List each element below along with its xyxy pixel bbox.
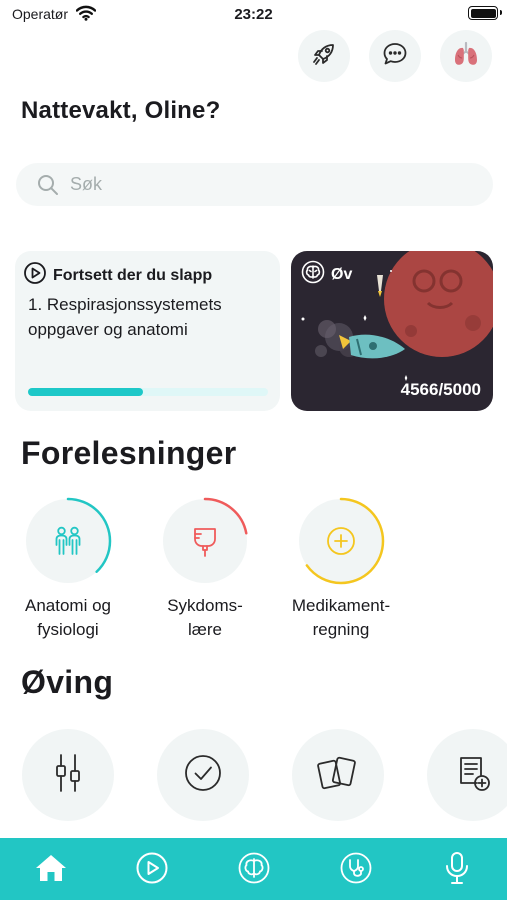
lectures-heading: Forelesninger — [21, 435, 237, 471]
practice-quiz-button[interactable] — [157, 729, 249, 821]
lesson-progress-fill — [28, 388, 144, 396]
status-time: 23:22 — [234, 6, 273, 23]
chat-button[interactable] — [369, 30, 421, 82]
chat-bubble-icon — [381, 40, 409, 73]
continue-card[interactable]: Fortsett der du slapp 1. Respirasjonssys… — [15, 251, 280, 411]
lecture-label: Medikament- regning — [291, 596, 391, 639]
lecture-anatomy[interactable]: Anatomi og fysiologi — [8, 496, 128, 642]
lungs-button[interactable] — [440, 30, 492, 82]
search-input[interactable] — [70, 163, 470, 206]
sliders-icon — [51, 752, 85, 799]
rocket-button[interactable] — [298, 30, 350, 82]
microphone-icon — [442, 851, 472, 890]
play-circle-icon — [23, 261, 47, 290]
continue-lesson-title: 1. Respirasjonssystemets oppgaver og ana… — [28, 295, 222, 339]
lesson-progress-bar — [28, 388, 268, 396]
tab-clinic[interactable] — [338, 852, 374, 888]
lungs-icon — [451, 39, 481, 74]
home-icon — [34, 853, 68, 888]
practice-new-test-button[interactable] — [427, 729, 507, 821]
rocket-icon — [310, 40, 338, 73]
check-circle-icon — [183, 753, 223, 798]
lecture-label: Anatomi og fysiologi — [25, 596, 111, 639]
practice-settings-button[interactable] — [22, 729, 114, 821]
lecture-dosage-calc[interactable]: Medikament- regning — [281, 496, 401, 642]
bottom-tab-bar — [0, 838, 507, 900]
lecture-label: Sykdoms- lære — [167, 596, 243, 639]
search-icon — [36, 173, 60, 202]
game-score: 4566/5000 — [400, 380, 481, 399]
practice-heading: Øving — [21, 664, 114, 700]
play-icon — [135, 851, 169, 890]
tab-home[interactable] — [33, 852, 69, 888]
status-bar: Operatør 23:22 — [0, 0, 507, 28]
continue-title: Fortsett der du slapp — [53, 266, 213, 284]
practice-game-card[interactable]: Øv 4566/5000 — [291, 251, 493, 411]
add-document-icon — [453, 753, 493, 798]
practice-flashcards-button[interactable] — [292, 729, 384, 821]
battery-icon — [468, 6, 502, 20]
lecture-pathology[interactable]: Sykdoms- lære — [145, 496, 265, 642]
tab-podcast[interactable] — [439, 851, 475, 890]
greeting-title: Nattevakt, Oline? — [21, 97, 221, 124]
search-bar[interactable] — [16, 163, 493, 206]
tab-videos[interactable] — [134, 852, 170, 888]
brain-icon — [301, 260, 325, 289]
tab-practice[interactable] — [236, 852, 272, 888]
game-mode-label: Øv — [331, 265, 353, 283]
brain-icon — [237, 851, 271, 890]
flashcards-icon — [317, 753, 359, 798]
stethoscope-icon — [339, 851, 373, 890]
